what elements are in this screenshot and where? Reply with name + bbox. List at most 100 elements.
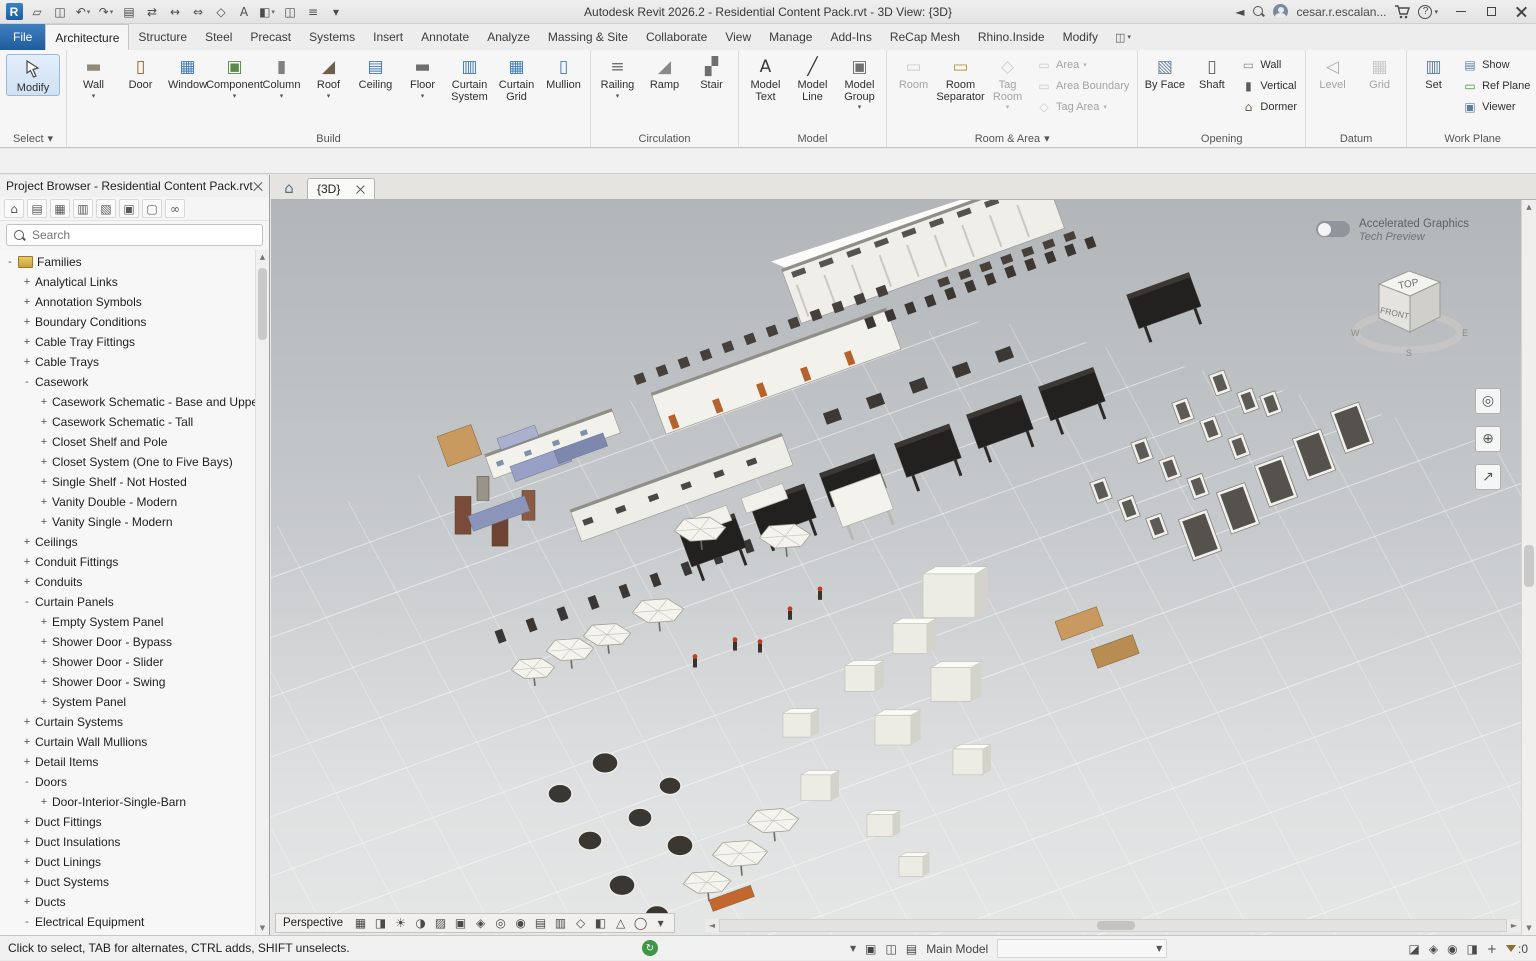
ribbon-button-component[interactable]: ▣Component▾ bbox=[211, 52, 258, 100]
groups-icon[interactable]: ▣ bbox=[119, 199, 139, 218]
tree-item[interactable]: +Duct Linings bbox=[0, 852, 255, 872]
ribbon-button-stair[interactable]: ▞Stair bbox=[688, 52, 735, 92]
sun-path-icon[interactable]: ◯ bbox=[631, 914, 650, 932]
panel-label-circulation[interactable]: Circulation bbox=[591, 130, 738, 147]
tree-item[interactable]: +Conduit Fittings bbox=[0, 552, 255, 572]
tab-view[interactable]: View bbox=[716, 24, 760, 50]
help-icon[interactable]: ?▾ bbox=[1418, 5, 1438, 19]
tree-expand-icon[interactable]: + bbox=[38, 616, 50, 628]
vertical-scrollbar[interactable]: ▲ ▼ bbox=[1521, 200, 1536, 935]
tree-item[interactable]: +Conduits bbox=[0, 572, 255, 592]
ribbon-button-viewer[interactable]: ▣Viewer bbox=[1457, 96, 1535, 117]
scroll-up-icon[interactable]: ▲ bbox=[256, 250, 269, 264]
orient-icon[interactable]: ↗ bbox=[1475, 464, 1501, 490]
tree-expand-icon[interactable]: + bbox=[38, 796, 50, 808]
tree-expand-icon[interactable]: + bbox=[21, 536, 33, 548]
tree-expand-icon[interactable]: + bbox=[38, 476, 50, 488]
display-style-icon[interactable]: ▦ bbox=[351, 914, 370, 932]
search-input[interactable] bbox=[32, 228, 256, 242]
tab-architecture[interactable]: Architecture bbox=[45, 24, 129, 50]
tree-item[interactable]: -Doors bbox=[0, 772, 255, 792]
tree-item[interactable]: +System Panel bbox=[0, 692, 255, 712]
tree-item[interactable]: +Duct Fittings bbox=[0, 812, 255, 832]
tree-item[interactable]: -Families bbox=[0, 252, 255, 272]
design-options-icon[interactable]: ◫ bbox=[886, 942, 897, 956]
ribbon-button-model-line[interactable]: ╱Model Line bbox=[789, 52, 836, 103]
tree-expand-icon[interactable]: + bbox=[38, 496, 50, 508]
revit-logo[interactable]: R bbox=[3, 2, 25, 22]
ribbon-button-area-boundary[interactable]: ▭Area Boundary bbox=[1031, 75, 1134, 96]
redo-icon[interactable]: ↷▾ bbox=[95, 2, 117, 22]
tab-rhino-inside[interactable]: Rhino.Inside bbox=[969, 24, 1054, 50]
ribbon-button-window[interactable]: ▦Window bbox=[164, 52, 211, 92]
show-rendering-dialog-icon[interactable]: ◨ bbox=[371, 914, 390, 932]
revit-links-icon[interactable]: ▢ bbox=[142, 199, 162, 218]
tree-item[interactable]: +Door-Interior-Single-Barn bbox=[0, 792, 255, 812]
close-panel-icon[interactable] bbox=[253, 181, 263, 191]
minimize-button[interactable] bbox=[1446, 0, 1476, 23]
tab-file[interactable]: File bbox=[0, 24, 45, 50]
tree-expand-icon[interactable]: + bbox=[21, 896, 33, 908]
view-tab-3d[interactable]: {3D} bbox=[307, 178, 375, 199]
tree-item[interactable]: +Vanity Double - Modern bbox=[0, 492, 255, 512]
hscroll-thumb[interactable] bbox=[1097, 921, 1135, 930]
panel-label-datum[interactable]: Datum bbox=[1306, 130, 1406, 147]
active-model-icon[interactable]: ▤ bbox=[906, 942, 917, 956]
panel-label-room-area[interactable]: Room & Area▾ bbox=[887, 130, 1137, 147]
tree-expand-icon[interactable]: + bbox=[38, 456, 50, 468]
chevron-left-icon[interactable]: ◄ bbox=[1235, 5, 1244, 19]
chevron-down-icon[interactable]: ▼ bbox=[850, 944, 856, 953]
ribbon-button-shaft[interactable]: ▯Shaft bbox=[1188, 52, 1235, 92]
home-icon[interactable]: ⌂ bbox=[277, 178, 301, 198]
tree-item[interactable]: -Electrical Equipment bbox=[0, 912, 255, 932]
tree-expand-icon[interactable]: - bbox=[21, 376, 33, 388]
view-cube[interactable]: TOP FRONT W S E bbox=[1343, 244, 1473, 370]
tree-expand-icon[interactable]: + bbox=[38, 676, 50, 688]
tab-massing-site[interactable]: Massing & Site bbox=[539, 24, 637, 50]
tree-item[interactable]: +Casework Schematic - Base and Uppe bbox=[0, 392, 255, 412]
tree-item[interactable]: +Shower Door - Swing bbox=[0, 672, 255, 692]
ribbon-button-floor[interactable]: ▬Floor▾ bbox=[399, 52, 446, 100]
ribbon-button-room[interactable]: ▭Room bbox=[890, 52, 937, 92]
tree-expand-icon[interactable]: + bbox=[21, 336, 33, 348]
ribbon-button-model-text[interactable]: AModel Text bbox=[742, 52, 789, 103]
section-icon[interactable]: ◫ bbox=[279, 2, 301, 22]
scrollbar-thumb[interactable] bbox=[258, 268, 267, 340]
hscroll-track[interactable] bbox=[719, 919, 1507, 932]
ribbon-button-curtain-grid[interactable]: ▦Curtain Grid bbox=[493, 52, 540, 103]
measure-icon[interactable]: ↔ bbox=[164, 2, 186, 22]
ribbon-button-level[interactable]: ◁Level bbox=[1309, 52, 1356, 92]
select-pinned-icon[interactable]: ◉ bbox=[1447, 942, 1457, 956]
tree-expand-icon[interactable]: + bbox=[21, 356, 33, 368]
tree-expand-icon[interactable]: - bbox=[21, 916, 33, 928]
tree-item[interactable]: +Curtain Wall Mullions bbox=[0, 732, 255, 752]
tab-modify[interactable]: Modify bbox=[1054, 24, 1107, 50]
tree-item[interactable]: +Ducts bbox=[0, 892, 255, 912]
tree-item[interactable]: +Single Shelf - Not Hosted bbox=[0, 472, 255, 492]
text-icon[interactable]: A bbox=[233, 2, 255, 22]
ribbon-button-door[interactable]: ▯Door bbox=[117, 52, 164, 92]
customize-qat-icon[interactable]: ▾ bbox=[325, 2, 347, 22]
close-button[interactable] bbox=[1506, 0, 1536, 23]
tree-item[interactable]: +Curtain Systems bbox=[0, 712, 255, 732]
reveal-hidden-elements-icon[interactable]: ◉ bbox=[511, 914, 530, 932]
close-view-icon[interactable] bbox=[356, 185, 365, 194]
scroll-up-icon[interactable]: ▲ bbox=[1522, 200, 1536, 214]
vscroll-thumb[interactable] bbox=[1524, 545, 1534, 587]
viewport[interactable]: Accelerated Graphics Tech Preview TOP FR… bbox=[271, 200, 1521, 935]
tree-item[interactable]: +Shower Door - Bypass bbox=[0, 632, 255, 652]
sync-status-icon[interactable]: ↻ bbox=[642, 940, 658, 956]
tab-steel[interactable]: Steel bbox=[196, 24, 241, 50]
scroll-left-icon[interactable]: ◄ bbox=[705, 919, 719, 933]
scroll-down-icon[interactable]: ▼ bbox=[256, 921, 269, 935]
tree-expand-icon[interactable]: + bbox=[21, 736, 33, 748]
ribbon-button-wall[interactable]: ▭Wall bbox=[1235, 54, 1302, 75]
tab-manage[interactable]: Manage bbox=[760, 24, 821, 50]
tree-expand-icon[interactable]: + bbox=[21, 756, 33, 768]
tab-insert[interactable]: Insert bbox=[364, 24, 412, 50]
tree-item[interactable]: +Shower Door - Slider bbox=[0, 652, 255, 672]
zoom-icon[interactable]: ⊕ bbox=[1475, 426, 1501, 452]
modify-button[interactable]: Modify bbox=[6, 54, 60, 96]
worksets-icon[interactable]: ▣ bbox=[865, 942, 876, 956]
tree-expand-icon[interactable]: + bbox=[38, 396, 50, 408]
